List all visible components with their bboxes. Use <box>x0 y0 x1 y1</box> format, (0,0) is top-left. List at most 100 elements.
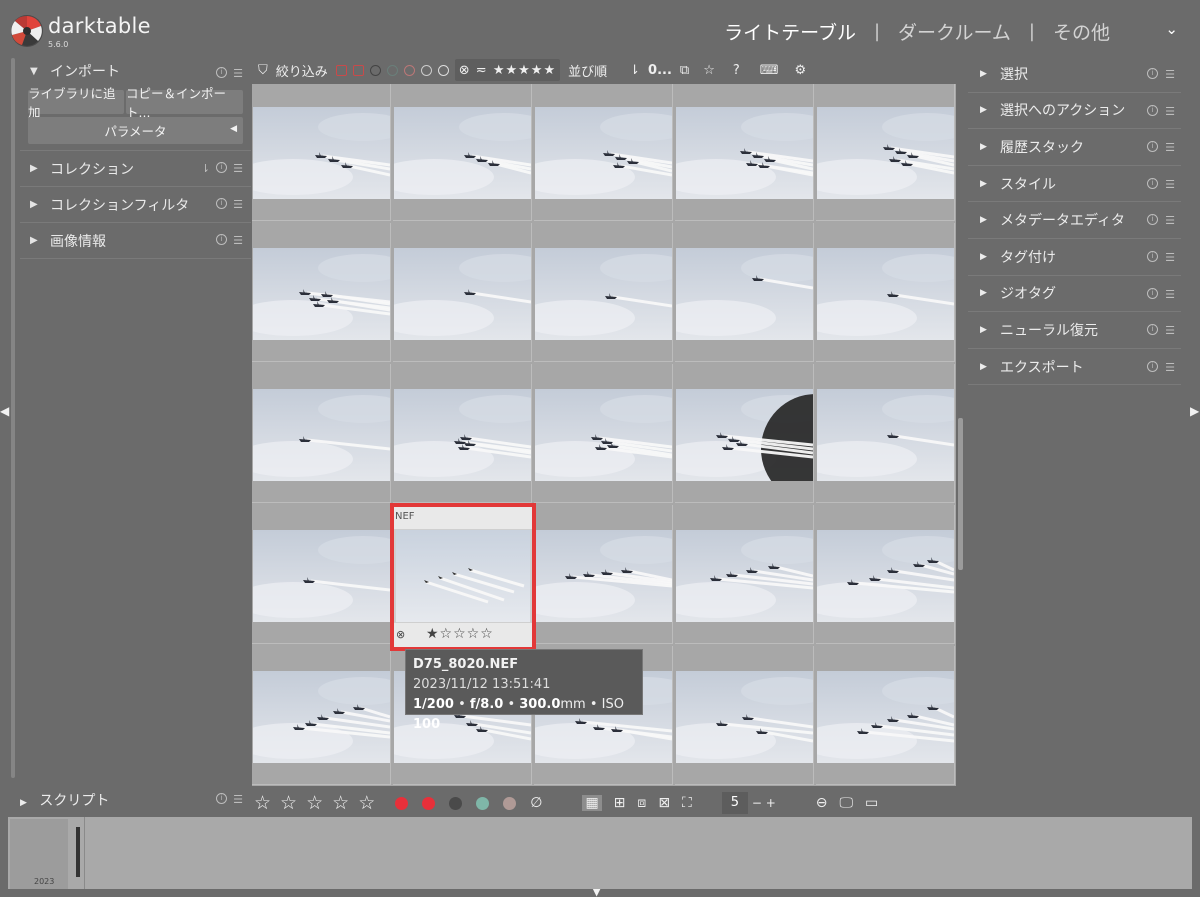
help-icon[interactable]: ? <box>733 63 740 78</box>
zoomable-layout-icon[interactable]: ⊞ <box>614 795 626 811</box>
presets-icon[interactable]: ☰ <box>1165 105 1175 118</box>
zoom-minus-plus[interactable]: − + <box>752 796 776 810</box>
thumbnail-cell[interactable] <box>675 364 814 503</box>
reset-icon[interactable]: i <box>1147 104 1159 116</box>
red-label-filter-icon[interactable] <box>335 64 347 76</box>
right-panel-toggle[interactable]: ▶ <box>1190 405 1199 417</box>
presets-icon[interactable]: ☰ <box>233 67 243 80</box>
preview-layout-icon[interactable]: ⛶ <box>682 795 692 811</box>
thumbnail-cell[interactable] <box>675 84 814 221</box>
module-right-3[interactable]: ▶ スタイル i ☰ <box>968 166 1181 203</box>
presets-icon[interactable]: ☰ <box>1165 361 1175 374</box>
thumbnail-cell[interactable] <box>534 505 673 644</box>
thumbnail-cell[interactable] <box>534 84 673 221</box>
red-label-icon[interactable] <box>422 796 436 810</box>
culling-dynamic-icon[interactable]: ⊠ <box>658 795 670 811</box>
thumbnail-cell[interactable] <box>252 646 391 785</box>
rating-filter[interactable]: ⊗ ≂ ★★★★★ <box>454 59 561 81</box>
filter-icon[interactable]: ⛉ <box>258 63 268 78</box>
presets-icon[interactable]: ☰ <box>1165 288 1175 301</box>
focus-peaking-icon[interactable]: ⊖ <box>816 795 828 811</box>
module-collection-filters[interactable]: ▶ コレクションフィルタ i ☰ <box>20 187 251 223</box>
thumbnail-cell[interactable] <box>534 223 673 362</box>
presets-icon[interactable]: ☰ <box>1165 251 1175 264</box>
clear-labels-icon[interactable]: ∅ <box>530 795 542 811</box>
left-panel-scrollbar[interactable] <box>11 58 15 778</box>
reset-icon[interactable]: i <box>216 67 228 78</box>
reject-icon[interactable]: ⊗ <box>396 628 405 641</box>
thumbnail-cell[interactable] <box>534 364 673 503</box>
culling-layout-icon[interactable]: ⧈ <box>637 795 646 811</box>
reset-icon[interactable]: i <box>1147 287 1159 299</box>
thumbnail-cell[interactable] <box>393 84 532 221</box>
reset-icon[interactable]: i <box>1147 177 1159 189</box>
module-right-5[interactable]: ▶ タグ付け i ☰ <box>968 239 1181 276</box>
module-collections[interactable]: ▶ コレクション ⇂ i ☰ <box>20 151 251 187</box>
selected-thumbnail[interactable]: NEF ⊗ ★☆☆☆☆ <box>390 503 536 651</box>
module-image-info[interactable]: ▶ 画像情報 i ☰ <box>20 223 251 259</box>
left-panel-toggle[interactable]: ◀ <box>0 405 9 417</box>
display-profile-icon[interactable]: 🖵 <box>840 795 854 811</box>
thumbnail-cell[interactable] <box>252 364 391 503</box>
grouping-icon[interactable]: ⧉ <box>680 63 689 78</box>
shortcuts-icon[interactable]: ⌨ <box>760 63 779 78</box>
sort-label[interactable]: 並び順 <box>568 61 607 80</box>
add-to-library-button[interactable]: ライブラリに追加 <box>28 86 124 120</box>
presets-icon[interactable]: ☰ <box>1165 178 1175 191</box>
overlays-icon[interactable]: ▭ <box>865 795 878 811</box>
reset-icon[interactable]: i <box>1147 68 1159 79</box>
star-2-icon[interactable]: ☆ <box>280 792 297 814</box>
parameters-button[interactable]: パラメータ ◀ <box>28 117 243 144</box>
star-3-icon[interactable]: ☆ <box>306 792 323 814</box>
reset-icon[interactable]: i <box>1147 214 1159 226</box>
view-lighttable[interactable]: ライトテーブル <box>724 18 856 45</box>
reset-icon[interactable]: i <box>1147 141 1159 153</box>
preferences-gear-icon[interactable]: ⚙ <box>795 63 807 78</box>
presets-icon[interactable]: ☰ <box>233 162 243 175</box>
purple-label-filter-icon[interactable] <box>420 64 432 76</box>
module-import[interactable]: ▼ インポート i ☰ <box>20 56 251 86</box>
reset-icon[interactable]: i <box>1147 250 1159 262</box>
sort-value[interactable]: 0... <box>648 63 672 78</box>
star-rating[interactable]: ★☆☆☆☆ <box>426 626 494 642</box>
thumbnail-cell[interactable] <box>816 223 955 362</box>
reset-icon[interactable]: i <box>216 162 228 173</box>
star-5-icon[interactable]: ☆ <box>358 792 375 814</box>
reset-icon[interactable]: i <box>1147 360 1159 372</box>
view-other[interactable]: その他 <box>1053 18 1110 45</box>
presets-icon[interactable]: ☰ <box>1165 68 1175 81</box>
thumbnail-cell[interactable] <box>816 505 955 644</box>
reset-icon[interactable]: i <box>216 198 228 209</box>
copy-import-button[interactable]: コピー＆インポート... <box>126 86 243 120</box>
presets-icon[interactable]: ☰ <box>1165 141 1175 154</box>
module-right-8[interactable]: ▶ エクスポート i ☰ <box>968 349 1181 386</box>
star-1-icon[interactable]: ☆ <box>254 792 271 814</box>
zoom-entry[interactable]: 5 <box>721 792 748 814</box>
presets-icon[interactable]: ☰ <box>1165 324 1175 337</box>
module-right-6[interactable]: ▶ ジオタグ i ☰ <box>968 276 1181 313</box>
thumbnail-cell[interactable] <box>252 84 391 221</box>
module-right-4[interactable]: ▶ メタデータエディタ i ☰ <box>968 202 1181 239</box>
thumbnail-cell[interactable] <box>252 505 391 644</box>
chevron-down-icon[interactable]: ⌄ <box>1165 20 1178 38</box>
red-label-filter-icon[interactable] <box>352 64 364 76</box>
thumbnail-cell[interactable] <box>675 223 814 362</box>
sort-icon[interactable]: ⇂ <box>201 162 210 175</box>
thumbnail-cell[interactable] <box>252 223 391 362</box>
reset-icon[interactable]: i <box>216 234 228 245</box>
presets-icon[interactable]: ☰ <box>233 793 243 806</box>
module-scripts[interactable]: ▶ スクリプト i ☰ <box>20 790 251 810</box>
overlay-star-icon[interactable]: ☆ <box>703 63 715 78</box>
view-darkroom[interactable]: ダークルーム <box>898 18 1011 45</box>
star-4-icon[interactable]: ☆ <box>332 792 349 814</box>
filter-label[interactable]: 絞り込み <box>276 61 328 80</box>
thumbnail-cell[interactable] <box>393 364 532 503</box>
purple-label-icon[interactable] <box>503 796 517 810</box>
timeline[interactable]: 2023 <box>8 817 1192 889</box>
yellow-label-filter-icon[interactable] <box>369 64 381 76</box>
module-right-0[interactable]: ▶ 選択 i ☰ <box>968 56 1181 93</box>
module-right-2[interactable]: ▶ 履歴スタック i ☰ <box>968 129 1181 166</box>
thumbnail-cell[interactable] <box>675 505 814 644</box>
filemanager-layout-icon[interactable]: ▦ <box>582 795 602 811</box>
grid-scrollbar[interactable] <box>958 418 963 570</box>
